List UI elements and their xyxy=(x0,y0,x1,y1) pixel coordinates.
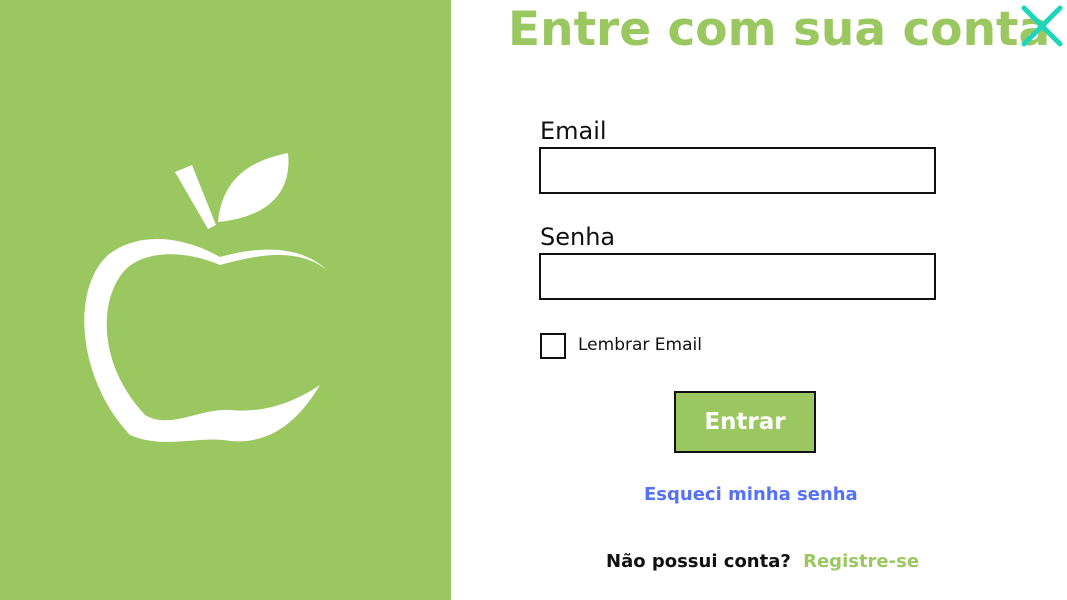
forgot-password-link[interactable]: Esqueci minha senha xyxy=(644,483,858,507)
no-account-prompt: Não possui conta? xyxy=(606,551,791,572)
remember-email-label: Lembrar Email xyxy=(578,335,702,355)
password-field[interactable] xyxy=(539,253,936,300)
close-icon xyxy=(1021,5,1063,47)
apple-icon xyxy=(84,153,327,442)
remember-email-checkbox[interactable] xyxy=(540,333,566,359)
close-button[interactable] xyxy=(1018,2,1066,50)
email-label: Email xyxy=(540,117,607,145)
login-page: Entre com sua conta Email Senha Lembrar … xyxy=(0,0,1067,600)
login-button[interactable]: Entrar xyxy=(674,391,816,453)
email-field[interactable] xyxy=(539,147,936,194)
register-row: Não possui conta? Registre-se xyxy=(606,550,919,574)
password-label: Senha xyxy=(540,223,616,251)
login-panel xyxy=(451,0,1067,600)
register-link[interactable]: Registre-se xyxy=(803,551,919,572)
page-title: Entre com sua conta xyxy=(508,2,1051,57)
brand-panel xyxy=(0,0,451,600)
